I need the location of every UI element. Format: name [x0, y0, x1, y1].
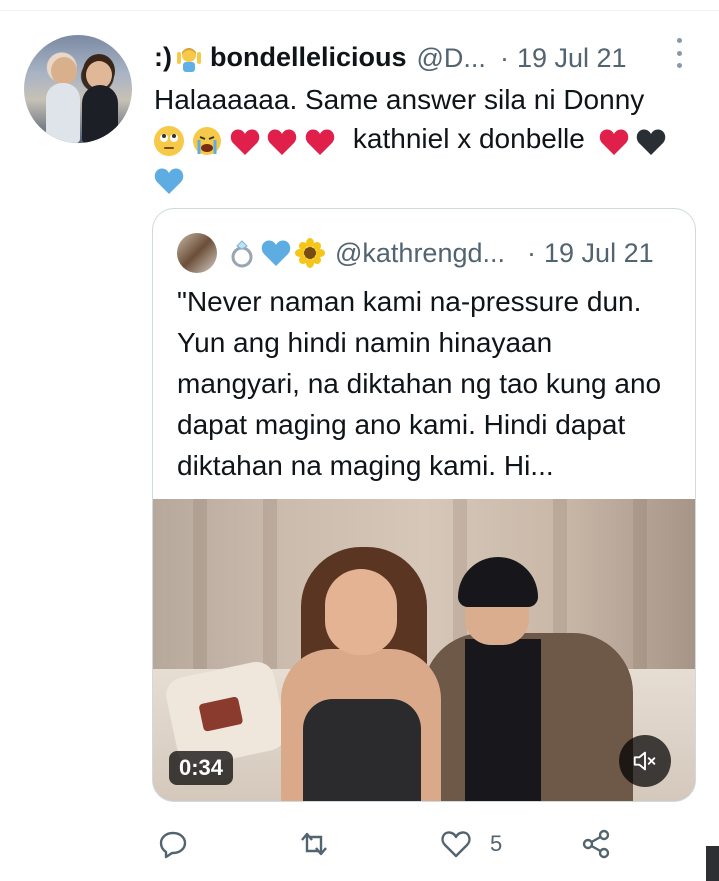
red-heart-emoji-icon	[599, 127, 629, 155]
quoted-author-handle[interactable]: @kathrengd...	[335, 238, 505, 269]
header-separator: ·	[499, 42, 509, 73]
quoted-author-display-name[interactable]	[227, 238, 325, 268]
author-handle[interactable]: @D...	[417, 43, 486, 74]
blue-heart-emoji-icon	[261, 239, 291, 267]
crying-emoji-icon	[192, 126, 222, 156]
ring-emoji-icon	[227, 238, 257, 268]
person-gesture-emoji-icon	[174, 44, 204, 74]
tweet-actions: 5	[0, 822, 719, 866]
sunflower-emoji-icon	[295, 238, 325, 268]
tweet-header: :) bondellelicious @D... · 19 Jul 21	[154, 40, 627, 76]
tweet-date[interactable]: 19 Jul 21	[517, 43, 627, 74]
blue-heart-emoji-icon	[154, 166, 184, 194]
avatar-person-left	[51, 57, 77, 85]
red-heart-emoji-icon	[267, 127, 297, 155]
corner-artifact	[706, 846, 719, 881]
like-count: 5	[490, 831, 503, 856]
more-icon-dot	[676, 50, 682, 56]
video-person-man-hair	[458, 557, 538, 607]
avatar-body-right	[82, 85, 118, 143]
share-icon	[582, 829, 610, 859]
quoted-video[interactable]: 0:34	[153, 499, 695, 801]
quoted-tweet-header: @kathrengd... · 19 Jul 21	[177, 233, 654, 273]
more-icon-dot	[676, 63, 682, 68]
quoted-tweet-text: "Never naman kami na-pressure dun. Yun a…	[177, 286, 662, 481]
display-name-text: bondellelicious	[209, 42, 407, 73]
mute-icon	[633, 751, 656, 771]
more-icon-dot	[676, 38, 682, 43]
reply-icon	[159, 831, 187, 859]
quoted-header-separator: ·	[527, 237, 537, 268]
retweet-icon	[301, 832, 327, 856]
tweet-text-line: kathniel x donbelle	[154, 119, 699, 158]
like-button[interactable]: 5	[440, 822, 502, 866]
red-heart-emoji-icon	[305, 127, 335, 155]
more-icon[interactable]	[673, 38, 685, 68]
rolling-eyes-emoji-icon	[154, 125, 184, 156]
black-heart-emoji-icon	[636, 127, 666, 155]
author-avatar[interactable]	[24, 35, 132, 143]
share-button[interactable]	[580, 822, 612, 866]
video-person-woman-top	[303, 699, 421, 801]
video-person-woman-face	[325, 569, 397, 655]
tweet-text-hashtag-words: kathniel x donbelle	[352, 123, 585, 154]
mute-button[interactable]	[619, 735, 671, 787]
tweet-text-line: Halaaaaaa. Same answer sila ni Donny	[154, 84, 645, 115]
video-duration-badge: 0:34	[169, 751, 234, 785]
display-name-prefix: :)	[154, 42, 172, 73]
tweet-text-line	[154, 158, 699, 197]
quoted-tweet[interactable]: @kathrengd... · 19 Jul 21 "Never naman k…	[152, 208, 696, 802]
quoted-tweet-date[interactable]: 19 Jul 21	[544, 238, 654, 269]
quoted-author-avatar[interactable]	[177, 233, 217, 273]
tweet-text: Halaaaaaa. Same answer sila ni Donny kat…	[154, 80, 699, 197]
author-display-name[interactable]: :) bondellelicious	[154, 42, 407, 74]
like-icon	[441, 831, 471, 858]
retweet-button[interactable]	[298, 822, 330, 866]
top-divider	[0, 10, 719, 11]
avatar-body-left	[46, 83, 80, 143]
reply-button[interactable]	[157, 822, 189, 866]
video-person-man-shirt	[465, 639, 541, 801]
red-heart-emoji-icon	[230, 127, 260, 155]
